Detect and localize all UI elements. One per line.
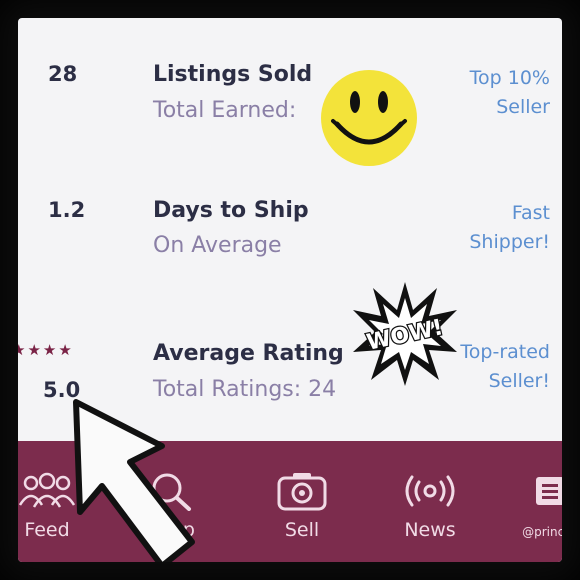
badge-line-2: Seller [496, 96, 550, 118]
badge-line-2: Seller! [488, 370, 550, 392]
menu-icon [536, 477, 562, 505]
tab-news[interactable]: News [385, 471, 475, 541]
broadcast-icon [405, 475, 455, 507]
rating-stars: ★★★★ [18, 341, 74, 359]
days-to-ship-title: Days to Ship [153, 198, 309, 223]
badge-line-1: Top 10% [469, 67, 550, 89]
top-rated-badge[interactable]: Top-rated Seller! [460, 338, 550, 396]
average-rating-title: Average Rating [153, 341, 344, 366]
tab-sell[interactable]: Sell [257, 471, 347, 541]
tab-profile-label: @princes [522, 525, 562, 539]
badge-line-2: Shipper! [469, 231, 550, 253]
seller-stats-screen: 28 Listings Sold Total Earned: Top 10% S… [18, 18, 562, 562]
photo-frame: 28 Listings Sold Total Earned: Top 10% S… [0, 0, 580, 580]
top-seller-badge[interactable]: Top 10% Seller [470, 64, 550, 122]
pointing-arrow-sticker [73, 399, 195, 562]
tab-news-label: News [404, 519, 456, 541]
days-to-ship-value: 1.2 [48, 198, 86, 222]
badge-line-1: Top-rated [460, 341, 550, 363]
on-average-label: On Average [153, 233, 282, 258]
wow-burst-sticker: WOW! [353, 282, 457, 386]
tab-sell-label: Sell [284, 519, 320, 541]
listings-sold-title: Listings Sold [153, 62, 313, 87]
smiley-face-sticker [321, 70, 417, 166]
badge-line-1: Fast [511, 202, 550, 224]
fast-shipper-badge[interactable]: Fast Shipper! [469, 199, 550, 257]
listings-sold-count: 28 [48, 62, 78, 86]
camera-icon [277, 473, 327, 511]
tab-profile[interactable]: @princes [505, 471, 562, 539]
total-earned-label: Total Earned: [153, 98, 297, 123]
